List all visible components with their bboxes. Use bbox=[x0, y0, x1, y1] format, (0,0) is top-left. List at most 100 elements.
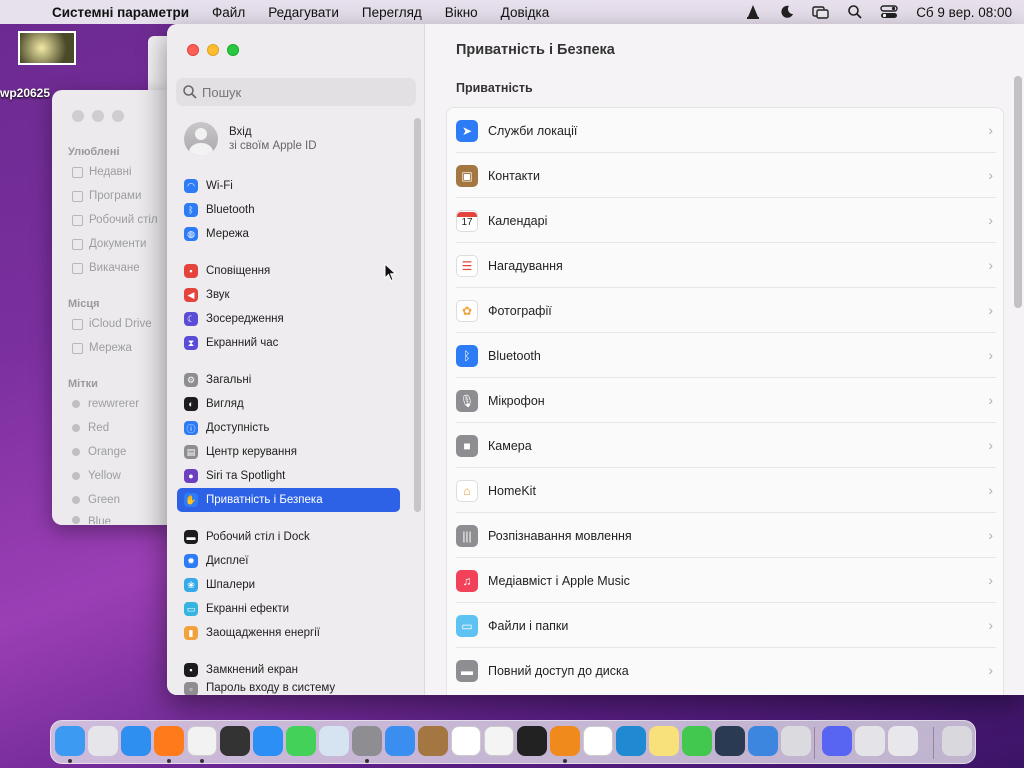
finder-close-button[interactable] bbox=[72, 110, 84, 122]
finder-window[interactable]: Улюблені Недавні Програми Робочий стіл Д… bbox=[52, 90, 172, 525]
sidebar-item[interactable]: ❀ Шпалери bbox=[177, 573, 400, 597]
quicktime-icon[interactable] bbox=[715, 726, 745, 756]
pane-scrollbar[interactable] bbox=[1014, 76, 1022, 308]
privacy-row[interactable]: ✿ Фотографії › bbox=[447, 288, 1005, 333]
menu-view[interactable]: Перегляд bbox=[362, 5, 422, 20]
sidebar-item[interactable]: ▭ Екранні ефекти bbox=[177, 597, 400, 621]
menu-window[interactable]: Вікно bbox=[445, 5, 478, 20]
desktop-file-label[interactable]: wp20625 bbox=[0, 86, 50, 100]
sidebar-item[interactable]: ▤ Центр керування bbox=[177, 440, 400, 464]
privacy-row[interactable]: ⌂ HomeKit › bbox=[447, 468, 1005, 513]
preview-icon[interactable] bbox=[319, 726, 349, 756]
sidebar-item[interactable]: ☾ Зосередження bbox=[177, 307, 400, 331]
discord-icon[interactable] bbox=[822, 726, 852, 756]
sidebar-item[interactable]: ◐ Вигляд bbox=[177, 392, 400, 416]
contacts-icon[interactable] bbox=[418, 726, 448, 756]
screenshot-icon[interactable] bbox=[855, 726, 885, 756]
privacy-row[interactable]: ♫ Медіавміст і Apple Music › bbox=[447, 558, 1005, 603]
launchpad-icon[interactable] bbox=[88, 726, 118, 756]
chrome-icon[interactable] bbox=[187, 726, 217, 756]
migration-icon[interactable] bbox=[781, 726, 811, 756]
calendar-icon[interactable] bbox=[451, 726, 481, 756]
finder-tag-item[interactable]: rewwrerer bbox=[72, 398, 139, 410]
sidebar-scrollbar[interactable] bbox=[414, 118, 421, 512]
menu-app-name[interactable]: Системні параметри bbox=[52, 5, 189, 20]
control-center-icon[interactable] bbox=[879, 4, 899, 20]
menu-help[interactable]: Довідка bbox=[501, 5, 550, 20]
search-input[interactable] bbox=[202, 84, 402, 100]
finder-zoom-button[interactable] bbox=[112, 110, 124, 122]
minimize-button[interactable] bbox=[207, 44, 219, 56]
sidebar-item[interactable]: ᛒ Bluetooth bbox=[177, 198, 400, 222]
privacy-row[interactable]: ||| Розпізнавання мовлення › bbox=[447, 513, 1005, 558]
sidebar-item[interactable]: ✹ Дисплеї bbox=[177, 549, 400, 573]
sidebar-item[interactable]: ◠ Wi-Fi bbox=[177, 174, 400, 198]
privacy-row[interactable]: ☰ Нагадування › bbox=[447, 243, 1005, 288]
messages-icon[interactable] bbox=[286, 726, 316, 756]
sidebar-item[interactable]: ⓘ Доступність bbox=[177, 416, 400, 440]
close-button[interactable] bbox=[187, 44, 199, 56]
finder-item-icloud[interactable]: iCloud Drive bbox=[72, 318, 152, 330]
mail-icon[interactable] bbox=[385, 726, 415, 756]
finder-tag-item[interactable]: Green bbox=[72, 494, 120, 506]
reminders-icon[interactable] bbox=[583, 726, 613, 756]
finder-minimize-button[interactable] bbox=[92, 110, 104, 122]
sidebar-search[interactable] bbox=[176, 78, 416, 106]
facetime-icon[interactable] bbox=[682, 726, 712, 756]
finder-item-recents[interactable]: Недавні bbox=[72, 166, 132, 178]
system-settings-icon[interactable] bbox=[352, 726, 382, 756]
guitar-app-icon[interactable] bbox=[220, 726, 250, 756]
menubar-clock[interactable]: Сб 9 вер. 08:00 bbox=[916, 5, 1012, 20]
menu-file[interactable]: Файл bbox=[212, 5, 245, 20]
xcode-icon[interactable] bbox=[748, 726, 778, 756]
finder-tag-item[interactable]: Red bbox=[72, 422, 109, 434]
vlc-icon[interactable] bbox=[743, 4, 763, 20]
privacy-row[interactable]: 🎙︎ Мікрофон › bbox=[447, 378, 1005, 423]
finder-item-network[interactable]: Мережа bbox=[72, 342, 132, 354]
sidebar-item[interactable]: ▪ Замкнений екран bbox=[177, 658, 400, 682]
privacy-row[interactable]: ➤ Служби локації › bbox=[447, 108, 1005, 153]
finder-item-label: Викачане bbox=[89, 262, 140, 274]
finder-tag-item[interactable]: Orange bbox=[72, 446, 126, 458]
finder-item-downloads[interactable]: Викачане bbox=[72, 262, 140, 274]
menu-edit[interactable]: Редагувати bbox=[268, 5, 339, 20]
sidebar-item[interactable]: ⧗ Екранний час bbox=[177, 331, 400, 355]
privacy-row[interactable]: ▭ Файли і папки › bbox=[447, 603, 1005, 648]
privacy-row[interactable]: ▬ Повний доступ до диска › bbox=[447, 648, 1005, 693]
sidebar-item[interactable]: ▮ Заощадження енергії bbox=[177, 621, 400, 645]
firefox-icon[interactable] bbox=[154, 726, 184, 756]
sidebar-item[interactable]: ◀ Звук bbox=[177, 283, 400, 307]
apple-id-signin[interactable]: Вхід зі своїм Apple ID bbox=[184, 122, 317, 156]
safari-icon[interactable] bbox=[121, 726, 151, 756]
sidebar-item[interactable]: ● Siri та Spotlight bbox=[177, 464, 400, 488]
textedit-icon[interactable] bbox=[484, 726, 514, 756]
sidebar-item[interactable]: ▫ Пароль входу в систему bbox=[177, 682, 400, 695]
app-store-icon[interactable] bbox=[253, 726, 283, 756]
privacy-row[interactable]: ᛒ Bluetooth › bbox=[447, 333, 1005, 378]
sidebar-item[interactable]: ◍ Мережа bbox=[177, 222, 400, 246]
vscode-icon[interactable] bbox=[616, 726, 646, 756]
privacy-row[interactable]: 17 Календарі › bbox=[447, 198, 1005, 243]
sidebar-item[interactable]: ▪ Сповіщення bbox=[177, 259, 400, 283]
trash-icon[interactable] bbox=[942, 726, 972, 756]
screen-mirroring-icon[interactable] bbox=[811, 4, 831, 20]
sidebar-item[interactable]: ⚙ Загальні bbox=[177, 368, 400, 392]
zoom-button[interactable] bbox=[227, 44, 239, 56]
notes-icon[interactable] bbox=[649, 726, 679, 756]
sidebar-item[interactable]: ✋ Приватність і Безпека bbox=[177, 488, 400, 512]
sidebar-item[interactable]: ▬ Робочий стіл і Dock bbox=[177, 525, 400, 549]
desktop-file-thumbnail[interactable] bbox=[18, 31, 76, 65]
finder-tag-item[interactable]: Blue bbox=[72, 516, 111, 524]
privacy-row[interactable]: ▣ Контакти › bbox=[447, 153, 1005, 198]
terminal-icon[interactable] bbox=[517, 726, 547, 756]
finder-item-desktop[interactable]: Робочий стіл bbox=[72, 214, 158, 226]
dark-mode-icon[interactable] bbox=[777, 4, 797, 20]
search-icon[interactable] bbox=[845, 4, 865, 20]
finder-icon[interactable] bbox=[55, 726, 85, 756]
vlc-icon[interactable] bbox=[550, 726, 580, 756]
finder-item-documents[interactable]: Документи bbox=[72, 238, 146, 250]
finder-item-applications[interactable]: Програми bbox=[72, 190, 141, 202]
privacy-row[interactable]: ■ Камера › bbox=[447, 423, 1005, 468]
printer-icon[interactable] bbox=[888, 726, 918, 756]
finder-tag-item[interactable]: Yellow bbox=[72, 470, 121, 482]
